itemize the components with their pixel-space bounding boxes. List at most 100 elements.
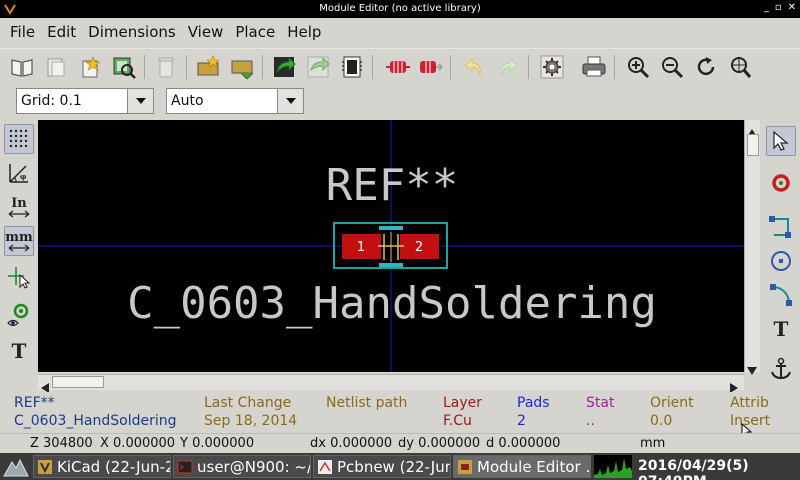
start-menu-icon[interactable] <box>2 456 30 478</box>
polar-coords-button[interactable]: φ <box>4 158 34 188</box>
msg-header: Attrib <box>730 395 769 411</box>
zoom-in-button[interactable] <box>624 53 652 81</box>
zoom-fit-button[interactable] <box>726 53 754 81</box>
export-footprint-button[interactable] <box>338 53 366 81</box>
module-editor-window: Module Editor (no active library) _ ▫ ✕ … <box>0 0 800 480</box>
mm-units-button[interactable]: mm <box>4 226 34 256</box>
msg-col-reference: REF** C_0603_HandSoldering <box>14 395 177 429</box>
print-button[interactable] <box>580 53 608 81</box>
delete-footprint-button[interactable] <box>152 53 180 81</box>
title-bar[interactable]: Module Editor (no active library) _ ▫ ✕ <box>0 0 800 18</box>
inch-units-button[interactable]: In <box>4 192 34 222</box>
menu-place[interactable]: Place <box>229 23 281 41</box>
add-text-button[interactable]: T <box>766 314 796 344</box>
refresh-icon <box>697 57 715 76</box>
footprint-drawing[interactable]: REF** C_0603_HandSoldering 1 2 <box>38 120 744 372</box>
task-label: user@N900: ~/... <box>197 457 311 476</box>
value-text[interactable]: C_0603_HandSoldering <box>127 278 657 329</box>
new-footprint-icon <box>197 55 220 76</box>
add-circle-button[interactable] <box>766 246 796 276</box>
task-pcbnew[interactable]: Pcbnew (22-Jun... <box>313 455 451 478</box>
cpu-monitor[interactable] <box>594 455 632 478</box>
zoom-dropdown-icon[interactable] <box>277 89 303 113</box>
grid-dropdown-icon[interactable] <box>127 89 153 113</box>
grid-select[interactable]: Grid: 0.1 <box>16 88 154 114</box>
insert-into-board-button[interactable] <box>304 53 332 81</box>
status-dx: dx 0.000000 <box>310 436 393 451</box>
zoom-select[interactable]: Auto <box>166 88 304 114</box>
scroll-up-icon[interactable] <box>747 122 757 137</box>
status-x: X 0.000000 <box>100 436 176 451</box>
maximize-icon[interactable]: ▫ <box>775 2 782 13</box>
redo-icon <box>501 57 518 76</box>
select-tool-button[interactable] <box>766 126 796 156</box>
msg-header: Netlist path <box>326 395 408 411</box>
vertical-scrollbar[interactable] <box>744 120 760 375</box>
cursor-shape-button[interactable] <box>4 262 34 292</box>
reference-text[interactable]: REF** <box>326 160 458 211</box>
text-mode-button[interactable]: T <box>4 336 34 366</box>
grid-dots-icon <box>9 129 28 148</box>
add-pad-button[interactable] <box>766 168 796 198</box>
trash-icon <box>158 57 174 78</box>
menu-dimensions[interactable]: Dimensions <box>82 23 182 41</box>
msg-header: Last Change <box>204 395 292 411</box>
task-label: Module Editor ... <box>477 457 591 476</box>
window-title: Module Editor (no active library) <box>319 3 481 14</box>
status-bar: Z 304800 X 0.000000 Y 0.000000 dx 0.0000… <box>0 433 800 453</box>
new-library-button[interactable] <box>76 53 104 81</box>
minimize-icon[interactable]: _ <box>764 2 769 13</box>
msg-col-pads: Pads 2 <box>517 395 550 429</box>
pad-eye-icon <box>7 303 29 327</box>
browse-footprints-button[interactable] <box>110 53 138 81</box>
redraw-button[interactable] <box>692 53 720 81</box>
close-icon[interactable]: ✕ <box>788 2 796 13</box>
zoom-in-icon <box>628 57 650 79</box>
menu-edit[interactable]: Edit <box>41 23 82 41</box>
place-anchor-button[interactable] <box>766 354 796 384</box>
toggle-grid-button[interactable] <box>4 124 34 154</box>
drawing-canvas[interactable]: REF** C_0603_HandSoldering 1 2 <box>38 120 744 372</box>
task-module-editor[interactable]: Module Editor ... <box>453 455 591 478</box>
load-from-board-button[interactable] <box>270 53 298 81</box>
check-footprint-button[interactable] <box>416 53 444 81</box>
new-footprint-button[interactable] <box>194 53 222 81</box>
properties-button[interactable] <box>538 53 566 81</box>
task-terminal[interactable]: user@N900: ~/... <box>173 455 311 478</box>
scroll-down-icon[interactable] <box>747 360 757 375</box>
terminal-icon <box>177 460 193 473</box>
undo-button[interactable] <box>460 53 488 81</box>
add-line-button[interactable] <box>766 212 796 242</box>
zoom-fit-icon <box>731 57 752 78</box>
vertical-scroll-thumb[interactable] <box>747 134 759 156</box>
redo-button[interactable] <box>494 53 522 81</box>
msg-value: Sep 18, 2014 <box>204 413 298 429</box>
arc-icon <box>770 284 792 306</box>
circle-icon <box>771 251 791 271</box>
pad-icon <box>386 61 410 73</box>
library-star-icon <box>82 56 101 78</box>
clock[interactable]: 2016/04/29(5) 07:49PM <box>638 458 800 480</box>
menu-help[interactable]: Help <box>281 23 327 41</box>
select-library-button[interactable] <box>8 53 36 81</box>
zoom-out-button[interactable] <box>658 53 686 81</box>
msg-value: .. <box>586 413 595 429</box>
pad-settings-button[interactable] <box>384 53 412 81</box>
menu-view[interactable]: View <box>182 23 230 41</box>
pad-2-label: 2 <box>415 240 423 255</box>
arrow-insert-icon <box>307 56 330 78</box>
msg-header: Orient <box>650 395 694 411</box>
msg-col-orient: Orient 0.0 <box>650 395 694 429</box>
show-pads-button[interactable] <box>4 300 34 330</box>
add-arc-button[interactable] <box>766 280 796 310</box>
pad-ring-icon <box>772 174 790 192</box>
menu-file[interactable]: File <box>4 23 41 41</box>
horizontal-scroll-thumb[interactable] <box>52 376 104 388</box>
horizontal-scrollbar[interactable] <box>38 374 744 393</box>
add-text-label: T <box>773 317 789 341</box>
open-book-icon <box>11 59 33 77</box>
save-library-button[interactable] <box>42 53 70 81</box>
task-kicad[interactable]: KiCad (22-Jun-2... <box>33 455 171 478</box>
msg-header: Layer <box>443 395 483 411</box>
load-footprint-button[interactable] <box>228 53 256 81</box>
